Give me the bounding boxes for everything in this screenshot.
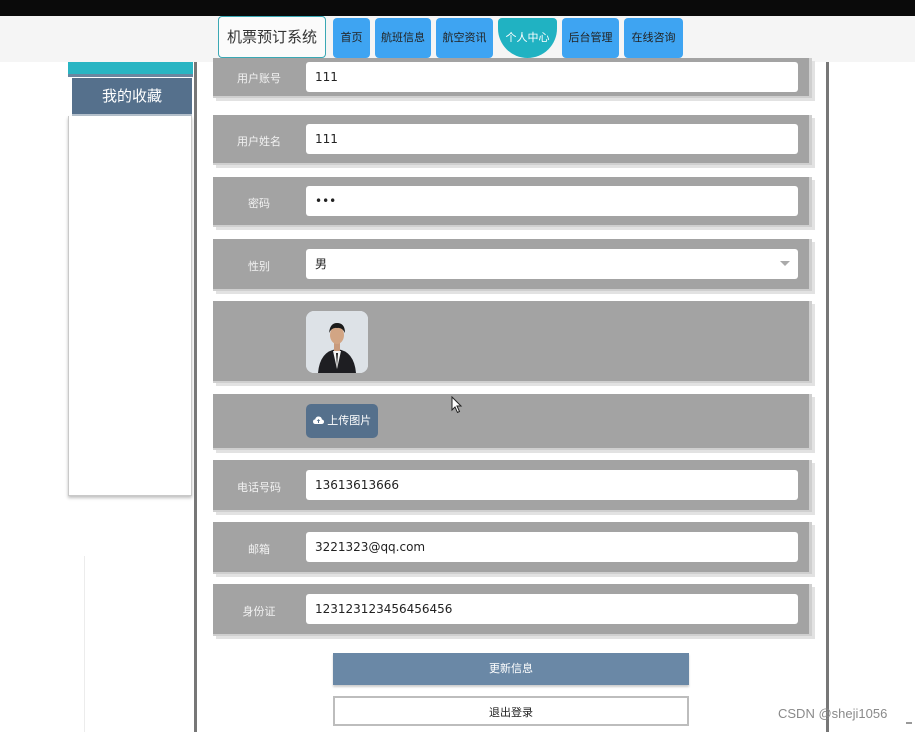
avatar bbox=[306, 311, 368, 373]
form-row-name: 用户姓名 111 bbox=[213, 115, 812, 165]
person-photo-icon bbox=[306, 311, 368, 373]
nav-item-consult[interactable]: 在线咨询 bbox=[624, 18, 683, 58]
password-input[interactable]: ••• bbox=[306, 186, 798, 216]
name-label: 用户姓名 bbox=[237, 135, 281, 148]
gender-value: 男 bbox=[315, 257, 328, 271]
idcard-input[interactable]: 123123123456456456 bbox=[306, 594, 798, 624]
gender-label: 性别 bbox=[248, 260, 270, 273]
mouse-cursor-icon bbox=[451, 396, 463, 414]
upload-image-button[interactable]: 上传图片 bbox=[306, 404, 378, 438]
sidebar-panel bbox=[68, 116, 192, 496]
account-label: 用户账号 bbox=[237, 72, 281, 85]
form-row-upload bbox=[213, 394, 812, 450]
nav-item-home[interactable]: 首页 bbox=[333, 18, 370, 58]
phone-input[interactable]: 13613613666 bbox=[306, 470, 798, 500]
form-row-password: 密码 ••• bbox=[213, 177, 812, 227]
form-row-account: 用户账号 111 bbox=[213, 58, 812, 98]
edge-mark bbox=[906, 722, 912, 724]
gender-select[interactable]: 男 bbox=[306, 249, 798, 279]
sidebar-active-strip[interactable] bbox=[68, 62, 193, 77]
nav-item-news[interactable]: 航空资讯 bbox=[436, 18, 493, 58]
form-row-gender: 性别 男 bbox=[213, 239, 812, 291]
sidebar-item-favorites[interactable]: 我的收藏 bbox=[72, 78, 192, 117]
email-label: 邮箱 bbox=[248, 543, 270, 556]
nav-item-flights[interactable]: 航班信息 bbox=[375, 18, 431, 58]
window-top-bar bbox=[0, 0, 915, 16]
divider bbox=[84, 556, 85, 732]
cloud-upload-icon bbox=[312, 416, 324, 424]
form-row-idcard: 身份证 123123123456456456 bbox=[213, 584, 812, 636]
chevron-down-icon bbox=[780, 261, 790, 266]
nav-item-admin[interactable]: 后台管理 bbox=[562, 18, 619, 58]
idcard-label: 身份证 bbox=[242, 605, 276, 618]
upload-image-label: 上传图片 bbox=[327, 414, 372, 427]
form-row-email: 邮箱 3221323@qq.com bbox=[213, 522, 812, 574]
form-row-avatar bbox=[213, 301, 812, 383]
account-input[interactable]: 111 bbox=[306, 62, 798, 92]
email-input[interactable]: 3221323@qq.com bbox=[306, 532, 798, 562]
name-input[interactable]: 111 bbox=[306, 124, 798, 154]
password-label: 密码 bbox=[248, 197, 270, 210]
watermark: CSDN @sheji1056 bbox=[778, 706, 888, 721]
form-row-phone: 电话号码 13613613666 bbox=[213, 460, 812, 512]
phone-label: 电话号码 bbox=[237, 481, 281, 494]
logout-button[interactable]: 退出登录 bbox=[333, 696, 689, 726]
update-info-button[interactable]: 更新信息 bbox=[333, 653, 689, 685]
brand-logo[interactable]: 机票预订系统 bbox=[218, 16, 326, 58]
